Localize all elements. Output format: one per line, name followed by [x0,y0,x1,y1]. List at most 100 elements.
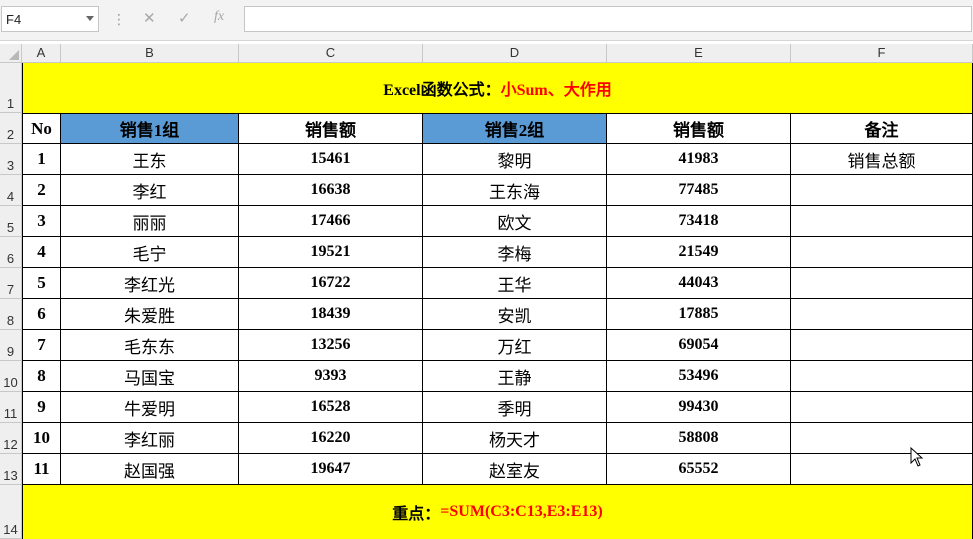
cell-remark[interactable] [791,361,973,392]
header-cell-sales1[interactable]: 销售额 [239,113,423,144]
cell-sales1[interactable]: 18439 [239,299,423,330]
cell-group2-name[interactable]: 王东海 [423,175,607,206]
cell-remark[interactable] [791,237,973,268]
cell-sales2[interactable]: 44043 [607,268,791,299]
cell-group2-name[interactable]: 赵室友 [423,454,607,485]
cell-no[interactable]: 11 [22,454,61,485]
cell-remark[interactable] [791,454,973,485]
cell-sales2[interactable]: 77485 [607,175,791,206]
cell-sales2[interactable]: 17885 [607,299,791,330]
cell-no[interactable]: 4 [22,237,61,268]
cell-no[interactable]: 9 [22,392,61,423]
cell-sales2[interactable]: 53496 [607,361,791,392]
cell-group1-name[interactable]: 李红 [61,175,239,206]
cell-group1-name[interactable]: 赵国强 [61,454,239,485]
cell-group2-name[interactable]: 安凯 [423,299,607,330]
row-header-1[interactable]: 1 [0,63,22,113]
cell-sales1[interactable]: 16722 [239,268,423,299]
cell-sales1[interactable]: 19521 [239,237,423,268]
cell-no[interactable]: 1 [22,144,61,175]
cell-sales2[interactable]: 41983 [607,144,791,175]
cell-no[interactable]: 5 [22,268,61,299]
row-header-3[interactable]: 3 [0,144,22,175]
cell-remark[interactable] [791,330,973,361]
cell-no[interactable]: 10 [22,423,61,454]
cell-sales1[interactable]: 15461 [239,144,423,175]
title-banner[interactable]: Excel函数公式： 小Sum、大作用 [22,63,973,113]
row-header-4[interactable]: 4 [0,175,22,206]
cell-remark[interactable] [791,268,973,299]
row-header-14[interactable]: 14 [0,485,22,539]
cell-group1-name[interactable]: 王东 [61,144,239,175]
cell-sales2[interactable]: 99430 [607,392,791,423]
cell-group1-name[interactable]: 牛爱明 [61,392,239,423]
cell-no[interactable]: 8 [22,361,61,392]
cancel-icon[interactable]: ✕ [143,9,156,27]
header-cell-no[interactable]: No [22,113,61,144]
cell-group1-name[interactable]: 毛宁 [61,237,239,268]
cell-group2-name[interactable]: 万红 [423,330,607,361]
enter-check-icon[interactable]: ✓ [178,9,191,27]
column-header-b[interactable]: B [61,44,239,63]
header-cell-sales2[interactable]: 销售额 [607,113,791,144]
cell-no[interactable]: 2 [22,175,61,206]
cell-sales1[interactable]: 16220 [239,423,423,454]
cell-sales2[interactable]: 58808 [607,423,791,454]
cell-group1-name[interactable]: 李红光 [61,268,239,299]
header-cell-remark[interactable]: 备注 [791,113,973,144]
cell-group2-name[interactable]: 王静 [423,361,607,392]
cell-group1-name[interactable]: 马国宝 [61,361,239,392]
cell-sales2[interactable]: 21549 [607,237,791,268]
row-header-5[interactable]: 5 [0,206,22,237]
cell-remark[interactable] [791,392,973,423]
cell-no[interactable]: 7 [22,330,61,361]
column-header-e[interactable]: E [607,44,791,63]
cell-group2-name[interactable]: 杨天才 [423,423,607,454]
cell-sales1[interactable]: 17466 [239,206,423,237]
header-cell-group2-name[interactable]: 销售2组 [423,113,607,144]
insert-function-icon[interactable]: fx [214,9,224,25]
cell-no[interactable]: 6 [22,299,61,330]
cell-sales1[interactable]: 13256 [239,330,423,361]
row-header-12[interactable]: 12 [0,423,22,454]
chevron-down-icon[interactable] [86,16,94,21]
cell-remark[interactable] [791,175,973,206]
column-header-f[interactable]: F [791,44,973,63]
cell-group1-name[interactable]: 朱爱胜 [61,299,239,330]
cell-sales1[interactable]: 16638 [239,175,423,206]
column-header-d[interactable]: D [423,44,607,63]
cell-sales2[interactable]: 73418 [607,206,791,237]
cell-sales2[interactable]: 65552 [607,454,791,485]
cell-remark[interactable] [791,423,973,454]
cell-remark[interactable] [791,206,973,237]
cell-sales2[interactable]: 69054 [607,330,791,361]
header-cell-group1-name[interactable]: 销售1组 [61,113,239,144]
row-header-2[interactable]: 2 [0,113,22,144]
row-header-8[interactable]: 8 [0,299,22,330]
column-header-c[interactable]: C [239,44,423,63]
footer-banner[interactable]: 重点： =SUM(C3:C13,E3:E13) [22,485,973,539]
cell-group2-name[interactable]: 李梅 [423,237,607,268]
row-header-13[interactable]: 13 [0,454,22,485]
cell-group1-name[interactable]: 李红丽 [61,423,239,454]
column-header-a[interactable]: A [22,44,61,63]
cell-sales1[interactable]: 16528 [239,392,423,423]
row-header-11[interactable]: 11 [0,392,22,423]
cell-sales1[interactable]: 19647 [239,454,423,485]
cell-remark[interactable] [791,299,973,330]
cell-remark[interactable]: 销售总额 [791,144,973,175]
cell-group2-name[interactable]: 黎明 [423,144,607,175]
row-header-10[interactable]: 10 [0,361,22,392]
cell-sales1[interactable]: 9393 [239,361,423,392]
cell-group2-name[interactable]: 王华 [423,268,607,299]
cell-group1-name[interactable]: 毛东东 [61,330,239,361]
cell-group1-name[interactable]: 丽丽 [61,206,239,237]
cell-no[interactable]: 3 [22,206,61,237]
row-header-9[interactable]: 9 [0,330,22,361]
formula-input[interactable] [244,6,972,32]
select-all-corner[interactable] [0,44,22,63]
cell-group2-name[interactable]: 季明 [423,392,607,423]
cell-group2-name[interactable]: 欧文 [423,206,607,237]
name-box[interactable]: F4 [1,6,99,32]
row-header-6[interactable]: 6 [0,237,22,268]
